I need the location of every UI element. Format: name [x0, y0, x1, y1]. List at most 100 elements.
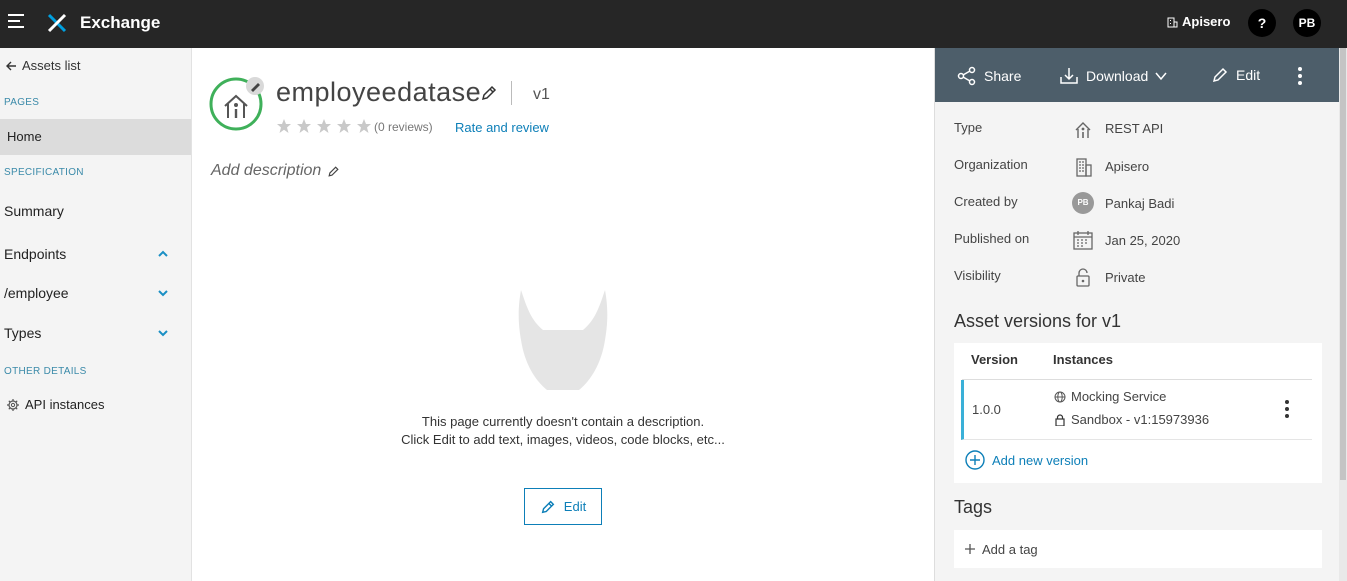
gear-icon — [7, 398, 19, 411]
created-by-label: Created by — [954, 194, 1018, 209]
lock-icon — [1055, 413, 1065, 426]
chevron-down-icon — [1155, 72, 1167, 81]
plus-circle-icon — [965, 450, 985, 470]
org-switcher[interactable]: Apisero — [1166, 14, 1230, 29]
help-button[interactable]: ? — [1248, 9, 1276, 37]
instance-2-label: Sandbox - v1:15973936 — [1071, 412, 1210, 427]
app-title[interactable]: Exchange — [80, 13, 160, 33]
download-label: Download — [1086, 68, 1149, 84]
edit-asset-button[interactable]: Edit — [1211, 66, 1260, 84]
download-icon — [1060, 68, 1078, 84]
scrollbar-thumb[interactable] — [1340, 48, 1346, 480]
organization-label: Organization — [954, 157, 1028, 172]
star-icon[interactable] — [316, 118, 332, 134]
asset-name: employeedatase — [276, 77, 482, 107]
chevron-down-icon[interactable] — [157, 327, 169, 339]
asset-version: v1 — [533, 86, 550, 103]
user-avatar-button[interactable]: PB — [1293, 9, 1321, 37]
rate-and-review-link[interactable]: Rate and review — [455, 120, 549, 135]
globe-icon — [1054, 391, 1066, 402]
asset-versions-title: Asset versions for v1 — [954, 311, 1122, 331]
rest-api-icon — [1075, 122, 1091, 138]
instance-sandbox[interactable]: Sandbox - v1:15973936 — [1054, 412, 1209, 427]
type-label: Type — [954, 120, 983, 135]
add-tag-button[interactable]: Add a tag — [954, 530, 1322, 568]
version-column-header: Version — [971, 352, 1018, 367]
top-bar: Exchange Apisero ? PB — [0, 0, 1347, 48]
visibility-label: Visibility — [954, 268, 1001, 283]
add-tag-label: Add a tag — [982, 541, 1038, 557]
instance-mocking-service[interactable]: Mocking Service — [1054, 389, 1166, 404]
star-icon[interactable] — [276, 118, 292, 134]
pages-section-label: PAGES — [4, 97, 40, 108]
organization-value: Apisero — [1105, 159, 1150, 174]
star-icon[interactable] — [356, 118, 372, 134]
panel-scrollbar[interactable] — [1339, 48, 1347, 581]
panel-toolbar: Share Download Edit — [935, 48, 1340, 102]
calendar-icon — [1073, 231, 1093, 250]
star-icon[interactable] — [296, 118, 312, 134]
empty-state-line-2: Click Edit to add text, images, videos, … — [401, 432, 725, 447]
sidebar-item-home[interactable]: Home — [0, 119, 191, 155]
star-icon[interactable] — [336, 118, 352, 134]
lock-icon — [1076, 268, 1090, 287]
published-on-value: Jan 25, 2020 — [1105, 233, 1181, 248]
row-more-options-icon[interactable] — [1284, 399, 1290, 419]
pencil-icon — [541, 500, 555, 513]
chevron-down-icon[interactable] — [157, 287, 169, 299]
share-button[interactable]: Share — [957, 66, 1021, 86]
other-details-section-label: OTHER DETAILS — [4, 366, 87, 377]
share-label: Share — [984, 68, 1022, 84]
menu-icon[interactable] — [8, 14, 26, 32]
edit-asset-label: Edit — [1236, 67, 1261, 83]
instances-column-header: Instances — [1053, 352, 1113, 367]
building-icon — [1076, 158, 1092, 177]
type-value: REST API — [1105, 121, 1164, 136]
specification-section-label: SPECIFICATION — [4, 167, 84, 178]
created-by-value: Pankaj Badi — [1105, 196, 1175, 211]
empty-state-text: This page currently doesn't contain a de… — [363, 413, 763, 449]
sidebar-item-employee[interactable]: /employee — [4, 285, 69, 301]
creator-initials: PB — [1072, 192, 1094, 214]
api-instances-label: API instances — [25, 397, 105, 412]
add-description-button[interactable]: Add description — [211, 162, 340, 180]
sidebar-item-api-instances[interactable]: API instances — [6, 397, 105, 412]
pencil-icon — [1212, 67, 1228, 83]
pencil-icon[interactable] — [480, 84, 498, 102]
assets-list-link[interactable]: Assets list — [5, 58, 81, 73]
empty-state-illustration — [518, 290, 608, 390]
table-row[interactable]: 1.0.0 Mocking Service Sandbox - v1:15973… — [961, 380, 1312, 440]
title-divider — [511, 81, 512, 105]
asset-details-panel: Share Download Edit Type REST API Organi… — [934, 48, 1340, 581]
sidebar-item-endpoints[interactable]: Endpoints — [4, 246, 66, 262]
exchange-logo-icon[interactable] — [46, 12, 68, 34]
download-button[interactable]: Download — [1059, 66, 1167, 86]
edit-label: Edit — [563, 499, 587, 514]
edit-description-button[interactable]: Edit — [524, 488, 602, 525]
version-value: 1.0.0 — [972, 402, 1001, 417]
arrow-left-icon — [6, 61, 16, 70]
sidebar: Assets list PAGES Home SPECIFICATION Sum… — [0, 48, 192, 581]
building-icon — [1167, 17, 1178, 27]
pencil-icon — [328, 165, 339, 177]
reviews-count: (0 reviews) — [374, 120, 433, 134]
sidebar-item-types[interactable]: Types — [4, 325, 41, 341]
versions-table: Version Instances 1.0.0 Mocking Service … — [954, 343, 1322, 483]
add-new-version-label: Add new version — [992, 452, 1089, 468]
plus-icon — [965, 544, 975, 554]
rest-api-asset-icon[interactable] — [209, 76, 265, 132]
org-name: Apisero — [1182, 14, 1231, 29]
creator-avatar: PB — [1072, 192, 1094, 214]
sidebar-item-summary[interactable]: Summary — [4, 203, 64, 219]
rating-stars[interactable] — [276, 118, 372, 134]
chevron-up-icon[interactable] — [157, 248, 169, 260]
published-on-label: Published on — [954, 231, 1030, 246]
add-new-version-button[interactable]: Add new version — [965, 450, 1088, 470]
empty-state-line-1: This page currently doesn't contain a de… — [421, 414, 705, 429]
more-options-icon[interactable] — [1297, 66, 1303, 86]
visibility-value: Private — [1105, 270, 1146, 285]
add-description-label: Add description — [211, 162, 322, 179]
instance-1-label: Mocking Service — [1071, 389, 1167, 404]
assets-list-label: Assets list — [22, 58, 81, 73]
share-icon — [957, 66, 976, 86]
